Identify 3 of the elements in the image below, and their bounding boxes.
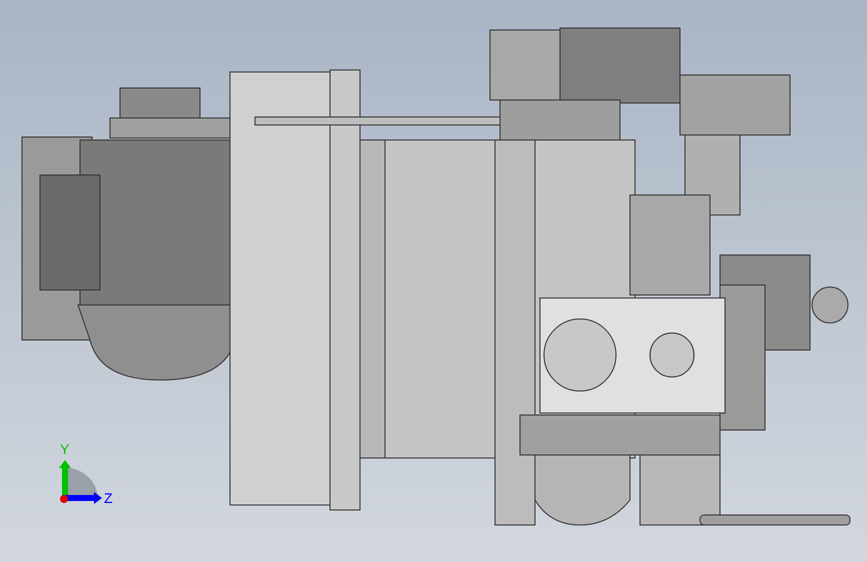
- origin-icon: [60, 495, 68, 503]
- axis-label: Z: [104, 490, 113, 506]
- axis-label: Y: [60, 441, 70, 457]
